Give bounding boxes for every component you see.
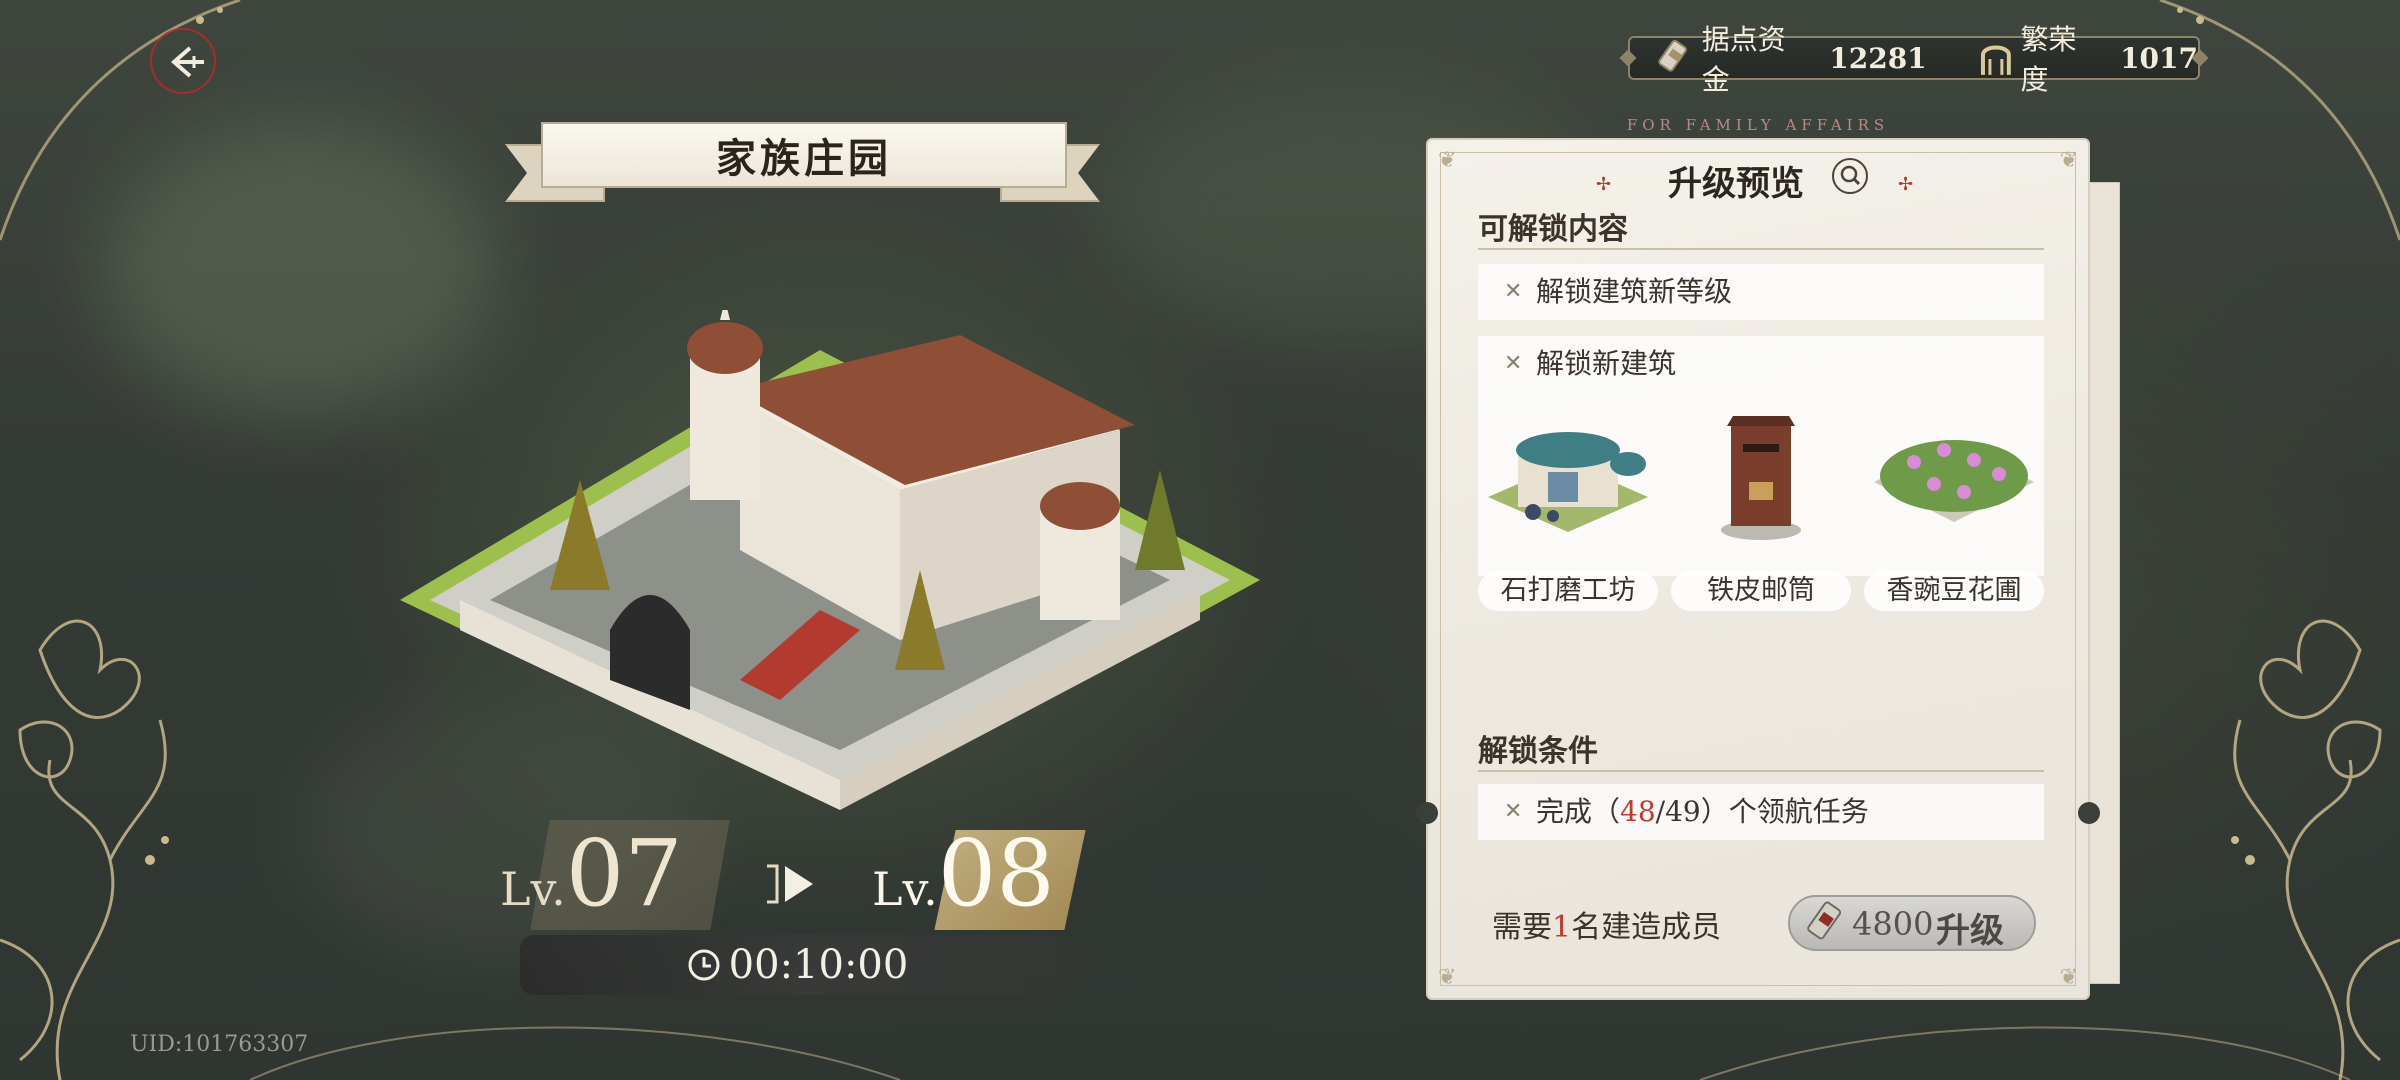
upgrade-timer: 00:10:00 xyxy=(520,935,1075,995)
workshop-building-icon xyxy=(1488,432,1648,532)
clock-icon xyxy=(688,949,720,981)
bottom-arc-ornament xyxy=(249,1026,2351,1080)
manor-building-illustration xyxy=(400,310,1260,810)
funds-value: 12281 xyxy=(1829,41,1927,75)
corner-flourish-icon: ❦ xyxy=(1438,965,1457,990)
upgrade-label: 升级 xyxy=(1936,911,2004,951)
prosperity-label: 繁荣度 xyxy=(2020,23,2077,96)
mailbox-building-icon xyxy=(1721,416,1801,540)
upgrade-preview-panel: FOR FAMILY AFFAIRS ✢ ✢ ❦ ❦ ❦ ❦ 升级预览 可解锁内… xyxy=(1416,116,2100,1000)
unlock-item: ✕ 解锁新建筑 石打磨工坊 铁皮邮筒 香豌豆花圃 xyxy=(1478,336,2044,611)
level-progress: Lv.07 Lv.08 xyxy=(500,820,1100,940)
resource-bar: 据点资金 12281 繁荣度 1017 xyxy=(1619,23,2209,96)
user-uid: UID:101763307 xyxy=(130,1032,309,1057)
new-building-card[interactable]: 石打磨工坊 xyxy=(1478,402,1658,611)
new-building-card[interactable]: 铁皮邮筒 xyxy=(1671,402,1851,611)
flowerbed-building-icon xyxy=(1874,440,2034,522)
funds-label: 据点资金 xyxy=(1701,23,1786,96)
building-title-banner: 家族庄园 xyxy=(505,118,1100,218)
condition-section-title: 解锁条件 xyxy=(1478,734,1598,769)
funds-resource[interactable]: 据点资金 12281 xyxy=(1656,18,1927,98)
coin-bundle-icon xyxy=(1658,39,1687,72)
building-name: 铁皮邮筒 xyxy=(1671,571,1851,611)
prosperity-value: 1017 xyxy=(2120,41,2198,75)
next-level-number: 08 xyxy=(937,820,1055,927)
current-level-number: 07 xyxy=(565,820,683,927)
back-button[interactable] xyxy=(150,28,216,94)
building-name: 石打磨工坊 xyxy=(1478,571,1658,611)
prosperity-resource[interactable]: 繁荣度 1017 xyxy=(1977,18,2198,98)
top-left-arc-ornament xyxy=(0,0,241,241)
building-name: 香豌豆花圃 xyxy=(1864,571,2044,611)
builders-required: 需要1名建造成员 xyxy=(1492,910,1722,945)
panel-title: 升级预览 xyxy=(1668,164,1804,204)
magnify-icon[interactable] xyxy=(1832,158,1868,194)
upgrade-time: 00:10:00 xyxy=(728,942,909,988)
corner-flourish-icon: ❦ xyxy=(2059,965,2078,990)
next-level: Lv.08 xyxy=(872,820,1055,927)
new-building-card[interactable]: 香豌豆花圃 xyxy=(1864,402,2044,611)
coin-bundle-icon xyxy=(1807,901,1842,940)
bullet-icon: ✕ xyxy=(1504,351,1523,376)
panel-arc-text: FOR FAMILY AFFAIRS xyxy=(1626,116,1890,134)
arrow-right-icon xyxy=(767,864,813,904)
current-level: Lv.07 xyxy=(500,820,683,927)
building-title: 家族庄园 xyxy=(541,122,1067,188)
unlock-item: ✕ 解锁建筑新等级 xyxy=(1478,264,2044,320)
bullet-icon: ✕ xyxy=(1504,279,1523,304)
upgrade-button[interactable]: 4800 升级 xyxy=(1788,895,2036,951)
back-arrow-icon xyxy=(170,46,204,78)
upgrade-cost: 4800 xyxy=(1852,905,1934,943)
arch-icon xyxy=(1980,45,2011,75)
current-level-prefix: Lv. xyxy=(500,862,566,916)
next-level-prefix: Lv. xyxy=(872,862,938,916)
unlock-condition: ✕ 完成（48/49）个领航任务 xyxy=(1478,784,2044,840)
unlock-section-title: 可解锁内容 xyxy=(1478,212,1628,247)
bullet-icon: ✕ xyxy=(1504,799,1523,824)
